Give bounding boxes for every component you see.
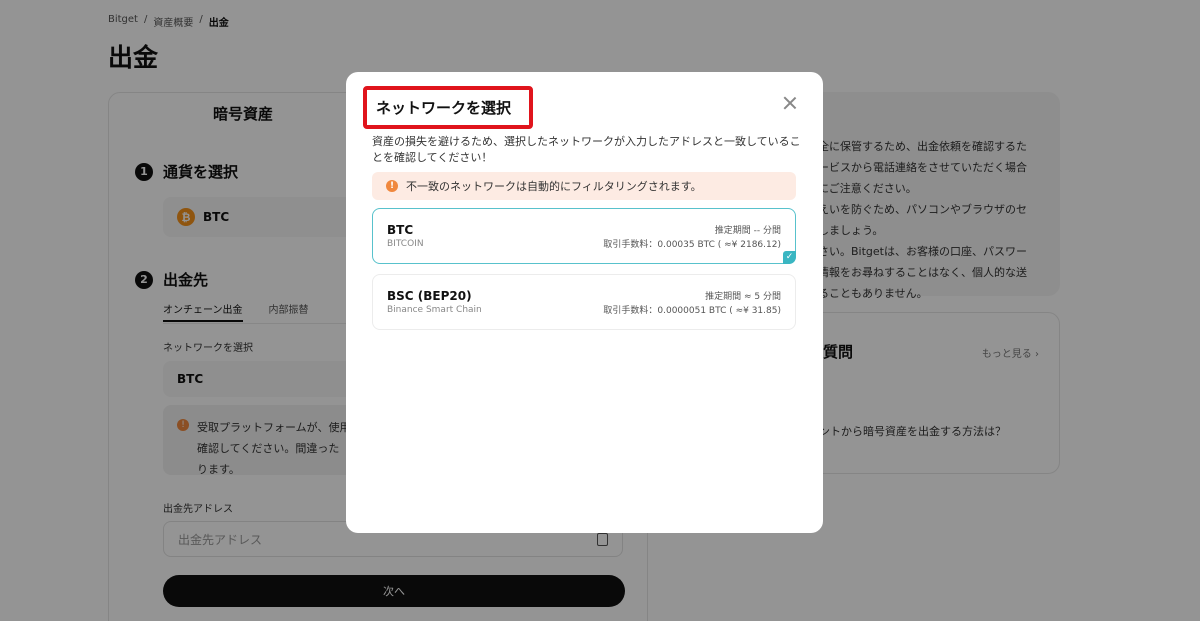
- network-option-btc[interactable]: BTC BITCOIN 推定期間 -- 分間 取引手数料：0.00035 BTC…: [372, 208, 796, 264]
- estimated-time: 推定期間 -- 分間: [714, 226, 781, 236]
- network-full-name: BITCOIN: [387, 239, 424, 249]
- network-fee: 取引手数料：0.00035 BTC ( ≈¥ 2186.12): [603, 240, 781, 250]
- modal-title: ネットワークを選択: [376, 99, 512, 117]
- warning-icon: !: [386, 180, 398, 192]
- mismatch-notice: ! 不一致のネットワークは自動的にフィルタリングされます。: [372, 172, 796, 200]
- network-full-name: Binance Smart Chain: [387, 305, 482, 315]
- network-name: BTC: [387, 223, 414, 237]
- close-icon[interactable]: [783, 96, 797, 110]
- estimated-time: 推定期間 ≈ 5 分間: [705, 292, 781, 302]
- network-name: BSC (BEP20): [387, 289, 472, 303]
- network-fee: 取引手数料：0.0000051 BTC ( ≈¥ 31.85): [603, 306, 781, 316]
- title-highlight-box: ネットワークを選択: [363, 86, 533, 129]
- network-option-bsc[interactable]: BSC (BEP20) Binance Smart Chain 推定期間 ≈ 5…: [372, 274, 796, 330]
- check-icon: ✓: [783, 251, 796, 264]
- modal-description: 資産の損失を避けるため、選択したネットワークが入力したアドレスと一致していること…: [372, 135, 801, 164]
- network-select-modal: ネットワークを選択 資産の損失を避けるため、選択したネットワークが入力したアドレ…: [346, 72, 823, 533]
- notice-text: 不一致のネットワークは自動的にフィルタリングされます。: [406, 180, 702, 193]
